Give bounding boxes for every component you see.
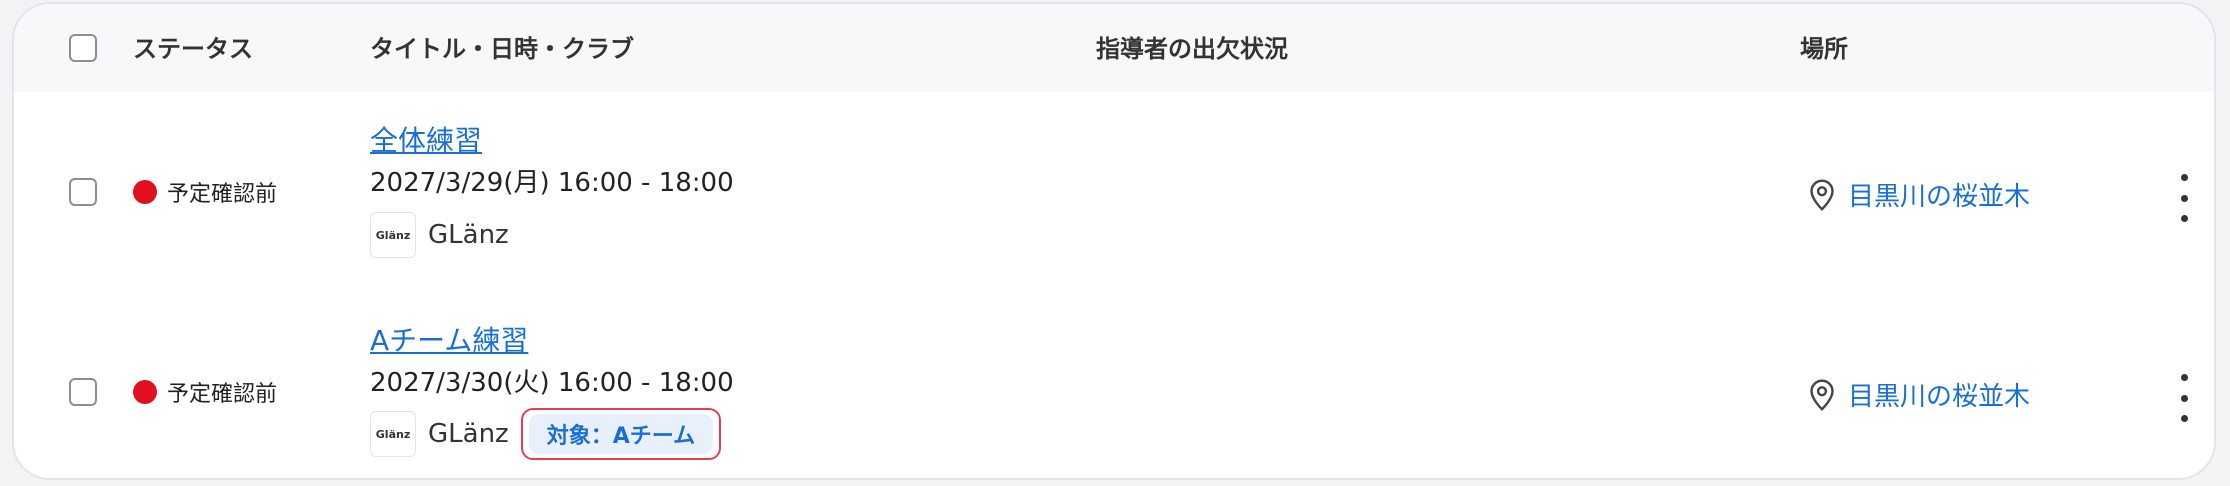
event-datetime: 2027/3/29(月) 16:00 - 18:00 [370,168,734,198]
event-title-link[interactable]: 全体練習 [370,124,482,158]
club-name: GLänz [428,220,509,250]
place-link[interactable]: 目黒川の桜並木 [1848,176,2030,213]
event-datetime: 2027/3/30(火) 16:00 - 18:00 [370,368,734,398]
header-title: タイトル・日時・クラブ [370,35,634,63]
table-header: ステータス タイトル・日時・クラブ 指導者の出欠状況 場所 [14,4,2214,92]
club-info: Glänz GLänz 対象：Aチーム [370,408,722,460]
header-attendance: 指導者の出欠状況 [1096,35,1288,63]
more-vertical-icon[interactable] [2170,174,2198,222]
target-team-badge: 対象：Aチーム [520,408,722,460]
place-cell[interactable]: 目黒川の桜並木 [1804,176,2030,213]
place-link[interactable]: 目黒川の桜並木 [1848,376,2030,413]
header-place: 場所 [1800,35,1848,63]
row-checkbox[interactable] [69,178,97,206]
status-label: 予定確認前 [167,382,278,407]
place-cell[interactable]: 目黒川の桜並木 [1804,376,2030,413]
status-dot [133,380,157,404]
status-label: 予定確認前 [167,182,278,207]
header-status: ステータス [133,35,253,63]
club-info: Glänz GLänz [370,212,509,258]
status-dot [133,180,157,204]
status-badge: 予定確認前 [133,176,277,208]
event-title-link[interactable]: Aチーム練習 [370,324,528,358]
status-badge: 予定確認前 [133,376,277,408]
club-logo: Glänz [370,411,416,457]
table-row[interactable]: 予定確認前 全体練習 2027/3/29(月) 16:00 - 18:00 Gl… [14,104,2214,304]
club-name: GLänz [428,419,509,449]
event-table: ステータス タイトル・日時・クラブ 指導者の出欠状況 場所 予定確認前 全体練習… [12,2,2216,480]
more-vertical-icon[interactable] [2170,374,2198,422]
row-checkbox[interactable] [69,378,97,406]
target-team-label: 対象：Aチーム [528,414,714,454]
table-row[interactable]: 予定確認前 Aチーム練習 2027/3/30(火) 16:00 - 18:00 … [14,304,2214,478]
select-all-checkbox[interactable] [69,34,97,62]
club-logo: Glänz [370,212,416,258]
map-pin-icon [1810,179,1834,211]
map-pin-icon [1810,379,1834,411]
